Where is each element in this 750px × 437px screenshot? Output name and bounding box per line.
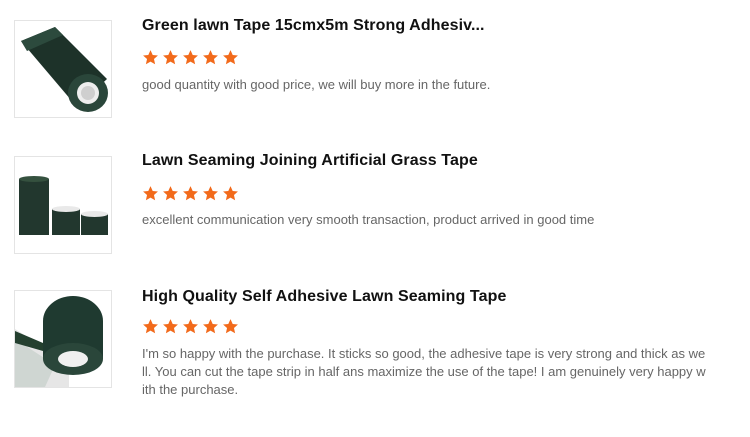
star-icon bbox=[163, 50, 178, 65]
star-icon bbox=[223, 50, 238, 65]
tape-unrolled-image bbox=[15, 291, 111, 387]
tape-rolls-group-image bbox=[15, 157, 111, 253]
review-comment: I'm so happy with the purchase. It stick… bbox=[142, 346, 706, 397]
tape-roll-image bbox=[15, 21, 111, 117]
product-title[interactable]: Lawn Seaming Joining Artificial Grass Ta… bbox=[142, 152, 478, 170]
rating-stars bbox=[142, 185, 239, 203]
star-icon bbox=[143, 50, 158, 65]
star-icon bbox=[223, 186, 238, 201]
rating-stars bbox=[142, 49, 239, 67]
rating-stars bbox=[142, 318, 239, 336]
star-icon bbox=[143, 319, 158, 334]
star-icon bbox=[183, 186, 198, 201]
star-icon bbox=[203, 186, 218, 201]
product-title[interactable]: High Quality Self Adhesive Lawn Seaming … bbox=[142, 288, 506, 306]
star-icon bbox=[163, 186, 178, 201]
product-thumbnail[interactable] bbox=[14, 20, 112, 118]
product-title[interactable]: Green lawn Tape 15cmx5m Strong Adhesiv..… bbox=[142, 17, 485, 35]
star-icon bbox=[223, 319, 238, 334]
star-icon bbox=[163, 319, 178, 334]
review-comment: good quantity with good price, we will b… bbox=[142, 77, 491, 92]
star-icon bbox=[143, 186, 158, 201]
star-icon bbox=[203, 319, 218, 334]
star-icon bbox=[203, 50, 218, 65]
star-icon bbox=[183, 319, 198, 334]
review-comment: excellent communication very smooth tran… bbox=[142, 212, 595, 227]
star-icon bbox=[183, 50, 198, 65]
product-thumbnail[interactable] bbox=[14, 290, 112, 388]
product-thumbnail[interactable] bbox=[14, 156, 112, 254]
